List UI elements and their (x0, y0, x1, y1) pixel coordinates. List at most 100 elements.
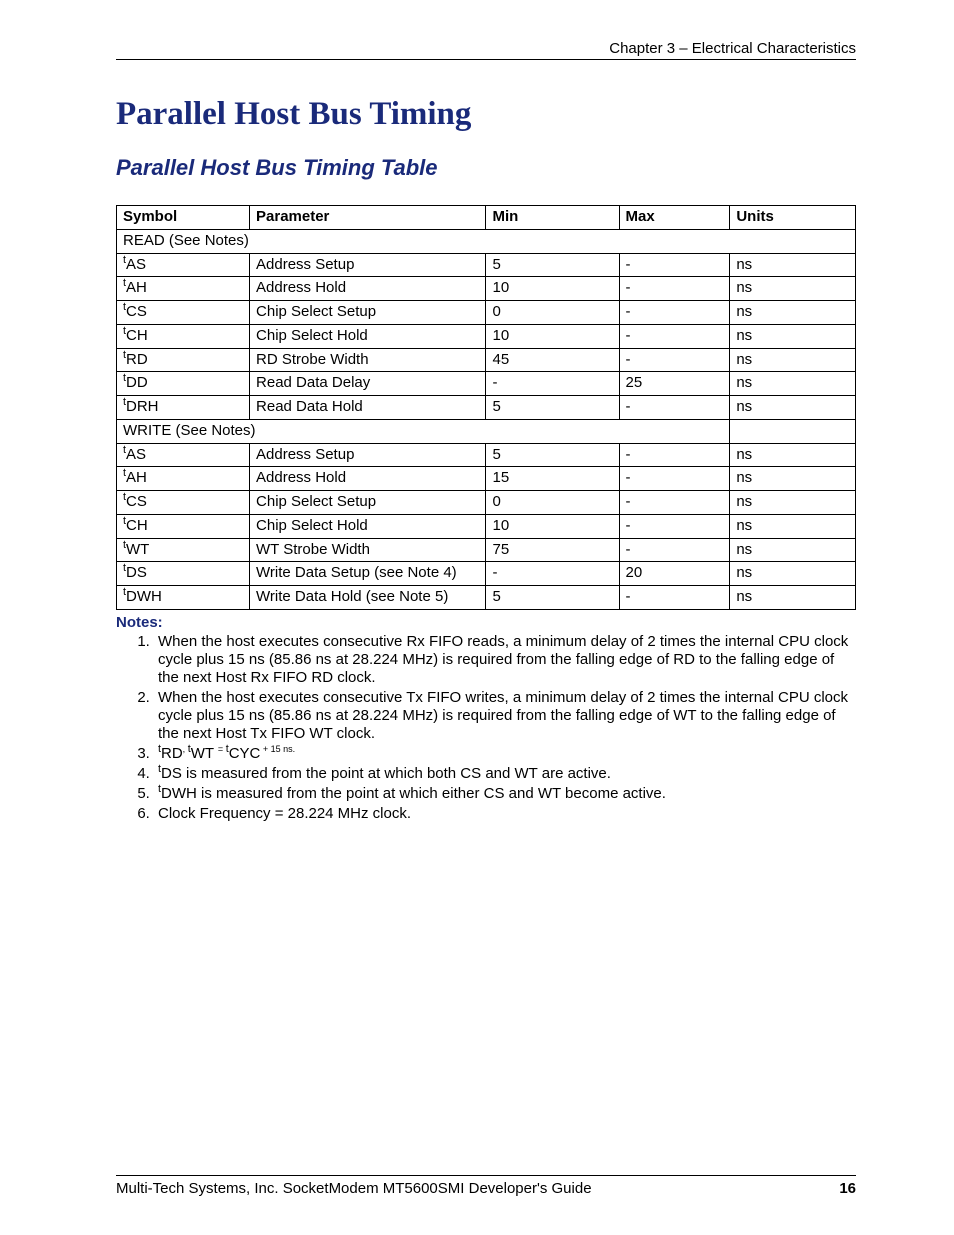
parameter-cell: Address Setup (250, 253, 486, 277)
parameter-cell: RD Strobe Width (250, 348, 486, 372)
timing-table: Symbol Parameter Min Max Units READ (See… (116, 205, 856, 610)
note-item: Clock Frequency = 28.224 MHz clock. (154, 805, 856, 823)
parameter-cell: Read Data Delay (250, 372, 486, 396)
footer: Multi-Tech Systems, Inc. SocketModem MT5… (116, 1175, 856, 1197)
table-row: tRDRD Strobe Width45-ns (117, 348, 856, 372)
units-cell: ns (730, 491, 856, 515)
units-cell: ns (730, 443, 856, 467)
section-row-write: WRITE (See Notes) (117, 419, 856, 443)
units-cell: ns (730, 396, 856, 420)
min-cell: 0 (486, 301, 619, 325)
units-cell: ns (730, 467, 856, 491)
blank-cell (730, 419, 856, 443)
table-row: tDDRead Data Delay-25ns (117, 372, 856, 396)
max-cell: 25 (619, 372, 730, 396)
symbol-cell: tDS (117, 562, 250, 586)
parameter-cell: WT Strobe Width (250, 538, 486, 562)
table-row: tDSWrite Data Setup (see Note 4)-20ns (117, 562, 856, 586)
symbol-cell: tDWH (117, 586, 250, 610)
min-cell: 0 (486, 491, 619, 515)
max-cell: - (619, 586, 730, 610)
units-cell: ns (730, 372, 856, 396)
parameter-cell: Address Setup (250, 443, 486, 467)
parameter-cell: Chip Select Hold (250, 514, 486, 538)
table-row: tASAddress Setup5-ns (117, 253, 856, 277)
max-cell: - (619, 467, 730, 491)
table-row: tAHAddress Hold10-ns (117, 277, 856, 301)
min-cell: 5 (486, 253, 619, 277)
symbol-cell: tCH (117, 324, 250, 348)
units-cell: ns (730, 538, 856, 562)
max-cell: - (619, 301, 730, 325)
max-cell: - (619, 514, 730, 538)
units-cell: ns (730, 324, 856, 348)
th-parameter: Parameter (250, 206, 486, 230)
header-chapter: Chapter 3 – Electrical Characteristics (116, 40, 856, 60)
table-row: tCHChip Select Hold10-ns (117, 324, 856, 348)
max-cell: - (619, 491, 730, 515)
min-cell: - (486, 562, 619, 586)
table-body: READ (See Notes)tASAddress Setup5-nstAHA… (117, 229, 856, 609)
page: Chapter 3 – Electrical Characteristics P… (0, 0, 954, 1235)
units-cell: ns (730, 253, 856, 277)
min-cell: 5 (486, 396, 619, 420)
th-units: Units (730, 206, 856, 230)
table-row: tCSChip Select Setup0-ns (117, 491, 856, 515)
units-cell: ns (730, 586, 856, 610)
symbol-cell: tDD (117, 372, 250, 396)
table-row: tDRHRead Data Hold5-ns (117, 396, 856, 420)
footer-text: Multi-Tech Systems, Inc. SocketModem MT5… (116, 1180, 592, 1197)
note-item: tDWH is measured from the point at which… (154, 785, 856, 803)
parameter-cell: Chip Select Hold (250, 324, 486, 348)
table-row: tDWHWrite Data Hold (see Note 5)5-ns (117, 586, 856, 610)
symbol-cell: tAH (117, 277, 250, 301)
symbol-cell: tCH (117, 514, 250, 538)
note-item: tDS is measured from the point at which … (154, 765, 856, 783)
note-item: When the host executes consecutive Rx FI… (154, 633, 856, 687)
max-cell: - (619, 443, 730, 467)
units-cell: ns (730, 301, 856, 325)
max-cell: - (619, 538, 730, 562)
parameter-cell: Chip Select Setup (250, 301, 486, 325)
parameter-cell: Chip Select Setup (250, 491, 486, 515)
symbol-cell: tCS (117, 301, 250, 325)
units-cell: ns (730, 348, 856, 372)
min-cell: 5 (486, 586, 619, 610)
page-number: 16 (839, 1180, 856, 1197)
th-min: Min (486, 206, 619, 230)
symbol-cell: tRD (117, 348, 250, 372)
note-item: When the host executes consecutive Tx FI… (154, 689, 856, 743)
symbol-cell: tCS (117, 491, 250, 515)
table-row: tCSChip Select Setup0-ns (117, 301, 856, 325)
parameter-cell: Write Data Hold (see Note 5) (250, 586, 486, 610)
sub-title: Parallel Host Bus Timing Table (116, 155, 856, 181)
max-cell: - (619, 396, 730, 420)
min-cell: 5 (486, 443, 619, 467)
max-cell: - (619, 253, 730, 277)
symbol-cell: tDRH (117, 396, 250, 420)
table-row: tAHAddress Hold15-ns (117, 467, 856, 491)
units-cell: ns (730, 514, 856, 538)
symbol-cell: tAS (117, 443, 250, 467)
table-row: tCHChip Select Hold10-ns (117, 514, 856, 538)
th-symbol: Symbol (117, 206, 250, 230)
section-row-read: READ (See Notes) (117, 229, 856, 253)
symbol-cell: tAS (117, 253, 250, 277)
max-cell: - (619, 277, 730, 301)
min-cell: - (486, 372, 619, 396)
min-cell: 45 (486, 348, 619, 372)
parameter-cell: Address Hold (250, 467, 486, 491)
min-cell: 15 (486, 467, 619, 491)
min-cell: 10 (486, 277, 619, 301)
units-cell: ns (730, 562, 856, 586)
notes-label: Notes: (116, 614, 856, 631)
table-header-row: Symbol Parameter Min Max Units (117, 206, 856, 230)
th-max: Max (619, 206, 730, 230)
note-item: tRD, tWT = tCYC + 15 ns. (154, 745, 856, 763)
min-cell: 10 (486, 324, 619, 348)
min-cell: 10 (486, 514, 619, 538)
units-cell: ns (730, 277, 856, 301)
symbol-cell: tWT (117, 538, 250, 562)
main-title: Parallel Host Bus Timing (116, 96, 856, 133)
max-cell: - (619, 324, 730, 348)
